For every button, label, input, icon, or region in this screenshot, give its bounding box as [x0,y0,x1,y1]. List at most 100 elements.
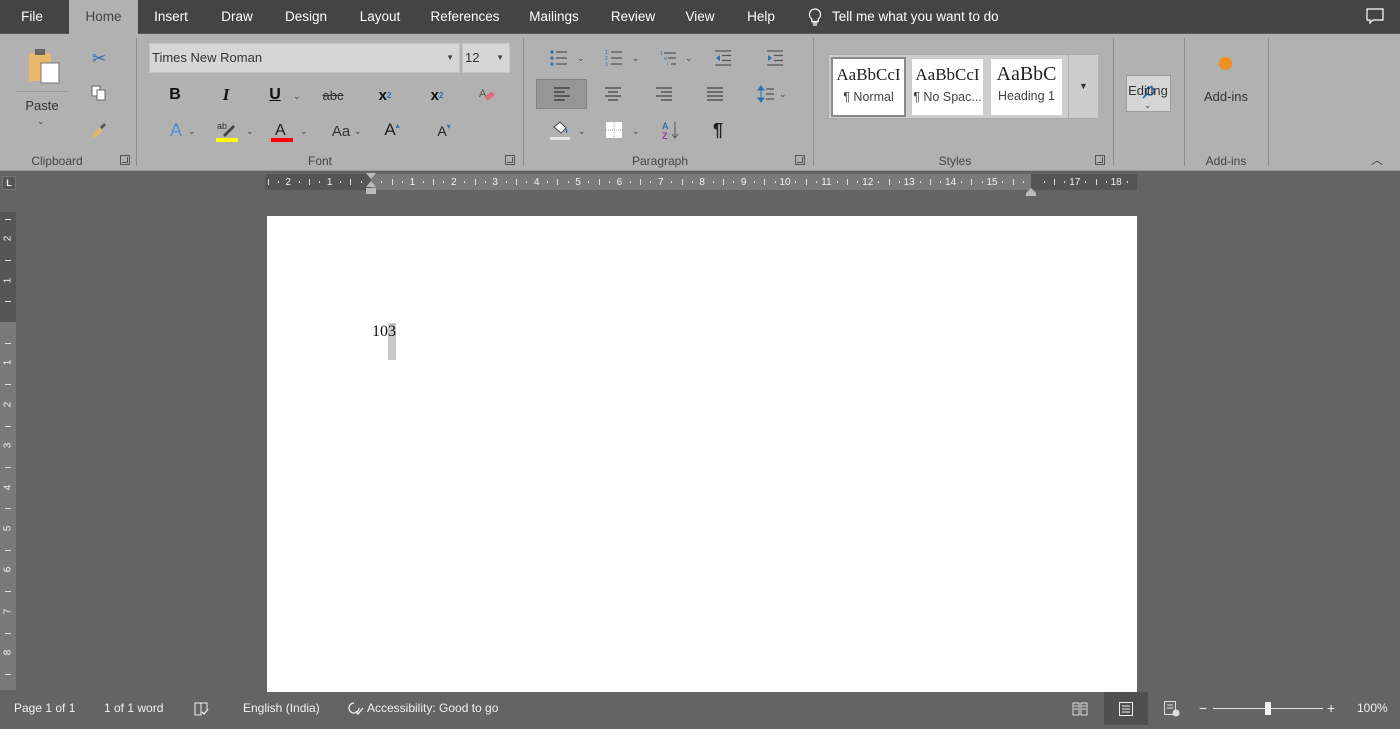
word-count[interactable]: 1 of 1 word [104,692,163,725]
tab-layout[interactable]: Layout [352,0,408,34]
subscript-button[interactable]: x2 [374,84,396,106]
vertical-ruler[interactable]: 2 1 1 2 3 4 5 6 7 8 [0,212,16,690]
vertical-ruler-tick-mark [5,466,11,468]
align-right-button[interactable] [653,84,675,104]
style-heading-1[interactable]: AaBbC Heading 1 [991,59,1062,115]
paste-dropdown-chevron-icon[interactable]: ⌄ [37,116,45,127]
read-mode-icon[interactable] [1058,692,1102,725]
style-normal[interactable]: AaBbCcI ¶ Normal [831,57,906,117]
align-center-button[interactable] [602,84,624,104]
font-size-combobox[interactable]: 12 ▼ [462,43,510,73]
multilevel-list-icon[interactable]: 1ai [658,48,680,68]
line-spacing-icon[interactable] [755,84,777,104]
zoom-in-button[interactable]: + [1327,692,1335,725]
document-page[interactable]: 103 [267,216,1137,692]
tab-review[interactable]: Review [604,0,662,34]
ruler-tick-mark [971,179,973,185]
addins-button-label[interactable]: Add-ins [1196,89,1256,104]
style-no-spacing[interactable]: AaBbCcI ¶ No Spac... [912,59,983,115]
underline-button[interactable]: U [264,84,286,106]
language-indicator[interactable]: English (India) [243,692,320,725]
copy-icon[interactable] [88,82,110,104]
horizontal-ruler[interactable]: 2 1 1 2 3 4 5 6 7 8 9 10 11 12 13 14 15 17 18 [265,174,1137,190]
bold-button[interactable]: B [164,84,186,106]
editing-label[interactable]: Editing [1118,83,1178,98]
tab-design[interactable]: Design [278,0,334,34]
text-effects-icon[interactable]: A [165,119,187,141]
comment-icon[interactable] [1366,8,1384,24]
format-painter-icon[interactable] [88,118,110,140]
italic-button[interactable]: I [215,84,237,106]
highlight-dropdown-chevron-icon[interactable]: ⌄ [246,126,254,137]
shrink-font-icon[interactable]: A ▾ [433,120,455,142]
decrease-indent-icon[interactable] [712,48,734,68]
svg-text:ab: ab [217,121,227,131]
font-dialog-launcher-icon[interactable] [505,155,515,165]
superscript-button[interactable]: x2 [426,84,448,106]
strikethrough-button[interactable]: abc [320,84,346,106]
grow-font-icon[interactable]: A ▴ [381,118,403,142]
font-color-icon[interactable]: A [270,118,294,144]
numbering-dropdown-chevron-icon[interactable]: ⌄ [632,53,640,64]
font-name-dropdown-icon[interactable]: ▼ [446,44,454,72]
sort-icon[interactable]: AZ [660,118,682,142]
editing-dropdown-chevron-icon[interactable]: ⌄ [1144,100,1152,111]
proofing-icon[interactable] [194,692,210,725]
indent-markers-icon[interactable] [366,173,376,195]
paragraph-dialog-launcher-icon[interactable] [795,155,805,165]
change-case-dropdown-chevron-icon[interactable]: ⌄ [354,126,362,137]
shading-dropdown-chevron-icon[interactable]: ⌄ [578,126,586,137]
bullets-icon[interactable] [548,48,570,68]
show-formatting-marks-button[interactable]: ¶ [707,118,729,142]
tab-mailings[interactable]: Mailings [522,0,586,34]
tell-me-search[interactable]: Tell me what you want to do [808,0,999,34]
cut-icon[interactable]: ✂ [88,48,110,70]
bullets-dropdown-chevron-icon[interactable]: ⌄ [577,53,585,64]
numbering-icon[interactable]: 123 [603,48,625,68]
tab-view[interactable]: View [680,0,720,34]
paste-label[interactable]: Paste [14,98,70,113]
increase-indent-icon[interactable] [764,48,786,68]
paste-icon[interactable] [24,46,64,86]
print-layout-icon[interactable] [1104,692,1148,725]
tab-references[interactable]: References [426,0,504,34]
zoom-slider-thumb[interactable] [1265,702,1271,715]
line-spacing-dropdown-chevron-icon[interactable]: ⌄ [779,89,787,100]
accessibility-checker[interactable]: Accessibility: Good to go [348,692,498,725]
ruler-tick-mark [878,181,880,183]
tab-help[interactable]: Help [740,0,782,34]
font-color-dropdown-chevron-icon[interactable]: ⌄ [300,126,308,137]
change-case-button[interactable]: Aa [328,120,354,142]
clipboard-dialog-launcher-icon[interactable] [120,155,130,165]
right-indent-marker-icon[interactable] [1026,183,1036,196]
align-left-button[interactable] [536,79,587,109]
tab-insert[interactable]: Insert [145,0,197,34]
font-name-combobox[interactable]: Times New Roman ▼ [149,43,460,73]
font-size-dropdown-icon[interactable]: ▼ [496,44,504,72]
page-count[interactable]: Page 1 of 1 [14,692,75,725]
tab-home[interactable]: Home [69,0,138,34]
clear-formatting-icon[interactable]: A [476,84,498,106]
tab-stop-selector[interactable]: L [2,176,16,190]
style-name: ¶ Normal [843,90,894,104]
text-effects-dropdown-chevron-icon[interactable]: ⌄ [188,126,196,137]
zoom-level[interactable]: 100% [1357,692,1388,725]
multilevel-dropdown-chevron-icon[interactable]: ⌄ [685,53,693,64]
borders-icon[interactable] [603,120,625,140]
shading-icon[interactable] [548,118,572,142]
tab-file[interactable]: File [12,0,52,34]
styles-dialog-launcher-icon[interactable] [1095,155,1105,165]
document-text[interactable]: 103 [372,323,396,360]
web-layout-icon[interactable] [1150,692,1194,725]
ruler-tick-mark [267,179,269,185]
tab-draw[interactable]: Draw [212,0,262,34]
borders-dropdown-chevron-icon[interactable]: ⌄ [632,126,640,137]
underline-dropdown-chevron-icon[interactable]: ⌄ [293,91,301,102]
justify-button[interactable] [704,84,726,104]
highlight-color-icon[interactable]: ab [214,118,240,144]
zoom-out-button[interactable]: − [1199,692,1207,725]
collapse-ribbon-chevron-up-icon[interactable]: ︿ [1371,151,1383,168]
addins-icon[interactable] [1219,57,1232,70]
styles-more-dropdown-icon[interactable]: ▼ [1068,55,1098,118]
ruler-tick-mark [1126,181,1128,183]
